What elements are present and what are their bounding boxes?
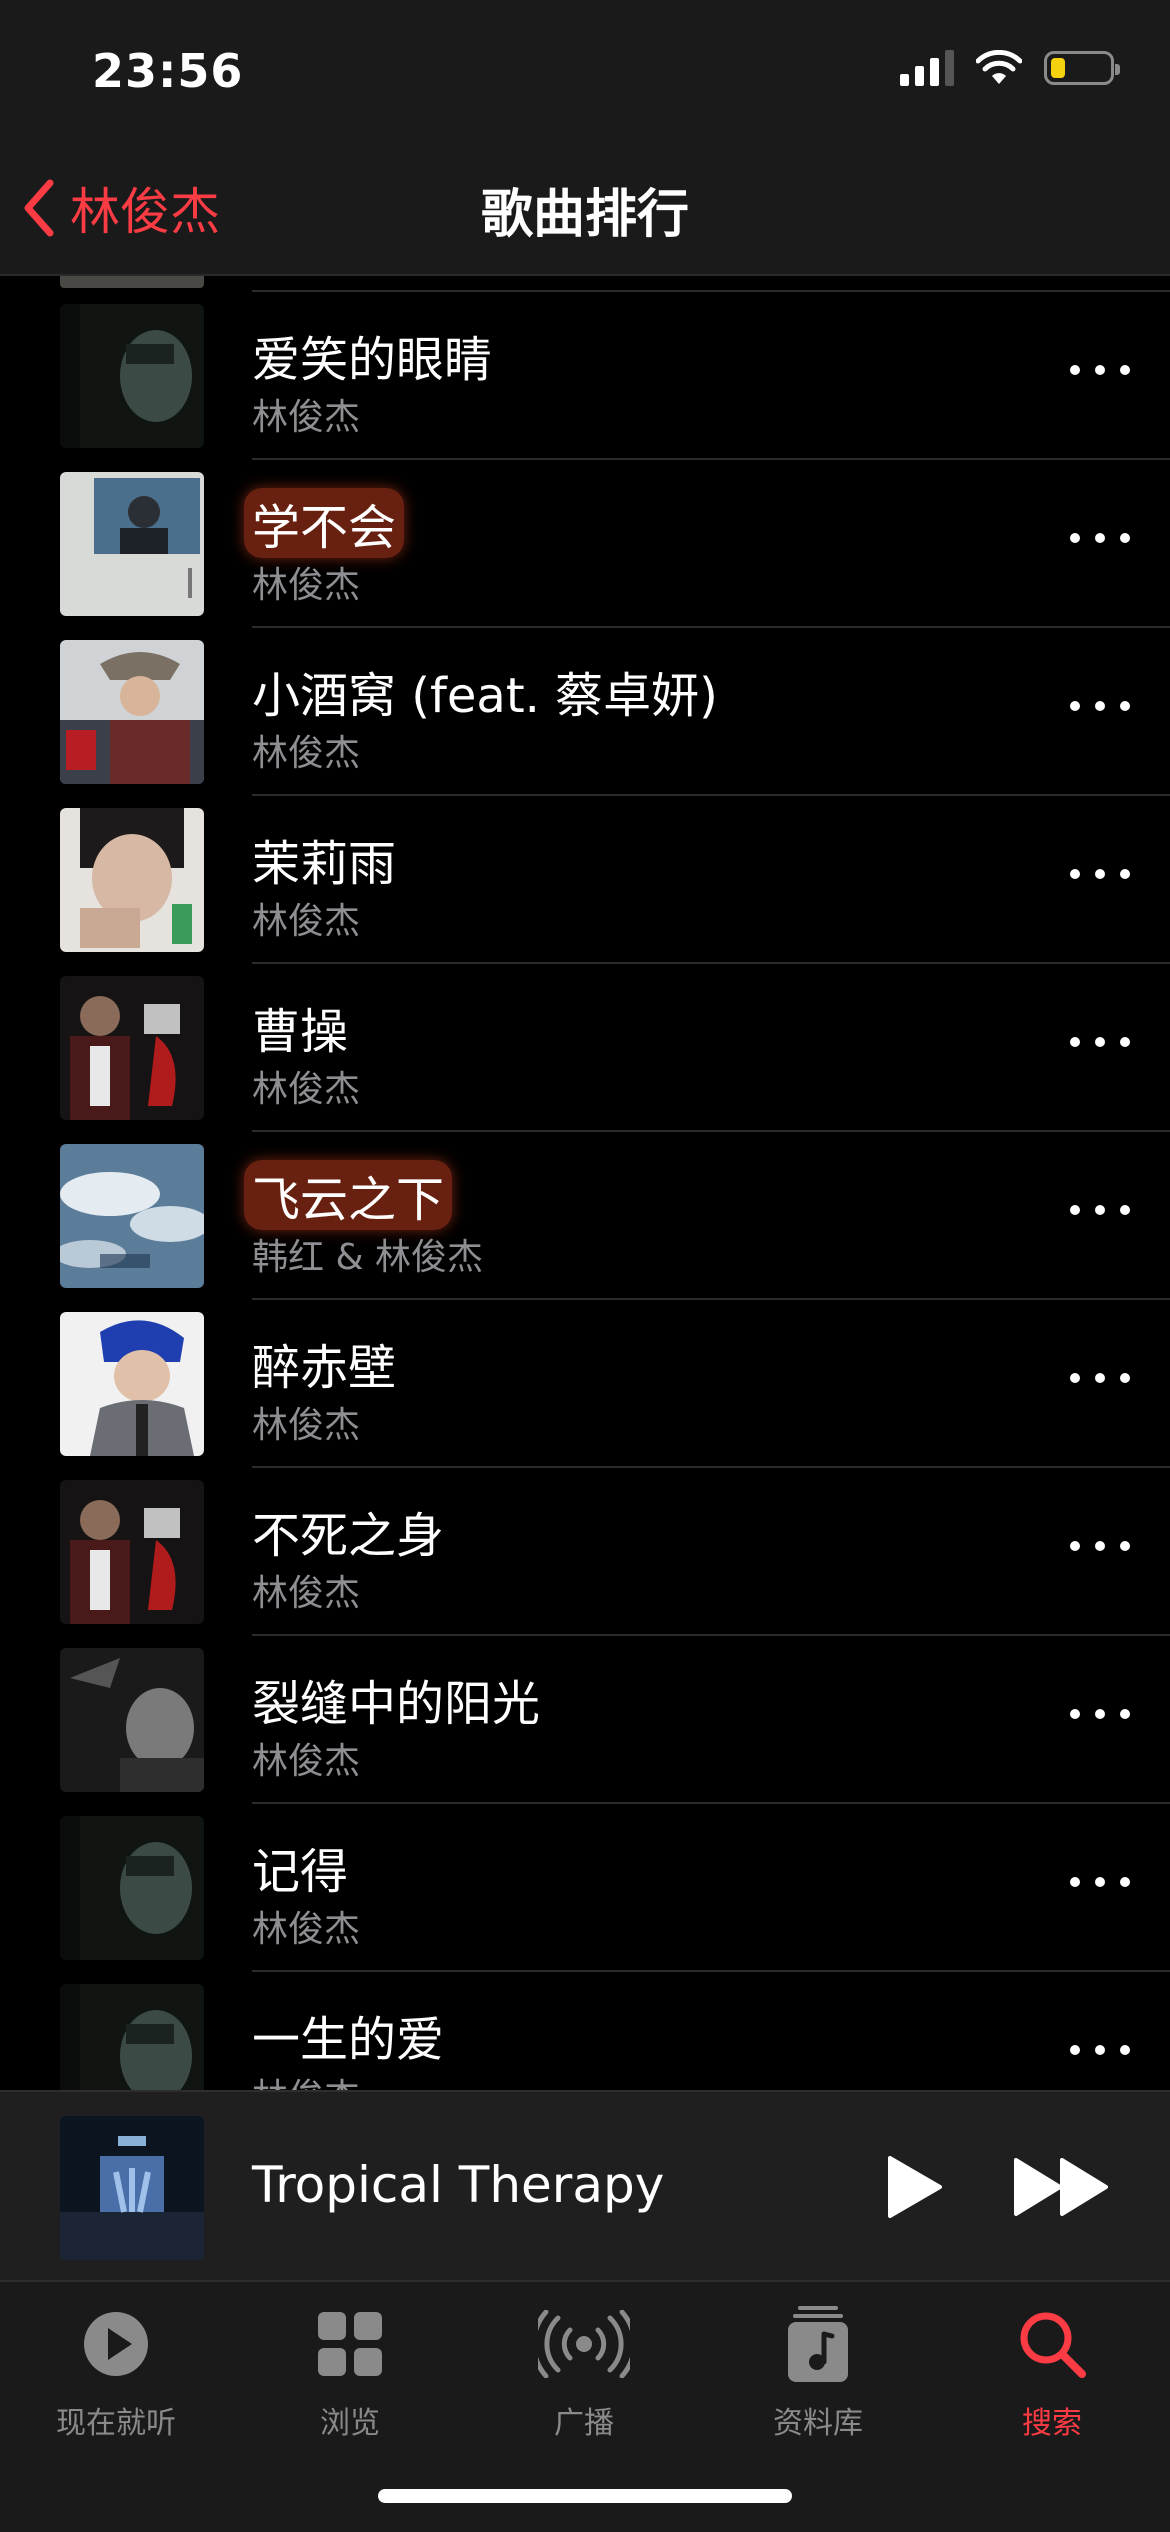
tab-library[interactable]: 资料库 bbox=[718, 2302, 918, 2442]
album-art bbox=[60, 276, 204, 288]
row-divider bbox=[252, 290, 1170, 292]
top-bar: 23:56 林俊杰 歌曲排行 bbox=[0, 0, 1170, 276]
song-row[interactable]: 曹操 林俊杰 bbox=[0, 962, 1170, 1130]
song-artist: 林俊杰 bbox=[252, 901, 361, 942]
wifi-icon bbox=[976, 50, 1022, 84]
album-art bbox=[60, 1816, 204, 1960]
tab-label: 广播 bbox=[554, 2406, 614, 2441]
song-artist: 林俊杰 bbox=[252, 1573, 361, 1614]
row-divider bbox=[252, 1970, 1170, 1972]
more-options-button[interactable] bbox=[1070, 1190, 1130, 1230]
song-title: 裂缝中的阳光 bbox=[252, 1676, 541, 1732]
row-divider bbox=[252, 794, 1170, 796]
song-row[interactable]: 记得 林俊杰 bbox=[0, 1802, 1170, 1970]
more-options-button[interactable] bbox=[1070, 686, 1130, 726]
tab-label: 浏览 bbox=[320, 2406, 380, 2441]
song-title: 爱笑的眼睛 bbox=[252, 332, 493, 388]
song-artist: 林俊杰 bbox=[252, 2068, 360, 2090]
song-row[interactable]: 裂缝中的阳光 林俊杰 bbox=[0, 1634, 1170, 1802]
album-art bbox=[60, 640, 204, 784]
album-art bbox=[60, 472, 204, 616]
song-artist: 林俊杰 bbox=[252, 397, 361, 438]
song-row[interactable]: 爱笑的眼睛 林俊杰 bbox=[0, 290, 1170, 458]
row-divider bbox=[252, 626, 1170, 628]
status-time: 23:56 bbox=[92, 44, 244, 98]
row-divider bbox=[252, 458, 1170, 460]
status-icons bbox=[900, 50, 1120, 86]
play-button[interactable] bbox=[884, 2154, 944, 2220]
album-art bbox=[60, 1312, 204, 1456]
more-options-button[interactable] bbox=[1070, 2030, 1130, 2070]
play-icon bbox=[888, 2156, 942, 2218]
tab-search[interactable]: 搜索 bbox=[952, 2302, 1152, 2442]
song-row[interactable]: 茉莉雨 林俊杰 bbox=[0, 794, 1170, 962]
more-options-button[interactable] bbox=[1070, 350, 1130, 390]
row-divider bbox=[252, 1466, 1170, 1468]
more-options-button[interactable] bbox=[1070, 518, 1130, 558]
mini-player[interactable]: Tropical Therapy bbox=[0, 2090, 1170, 2282]
tab-browse[interactable]: 浏览 bbox=[250, 2302, 450, 2442]
song-list: 爱笑的眼睛 林俊杰 学不会 林俊杰 小酒窝 (feat. 蔡卓妍) 林俊杰 茉莉… bbox=[0, 276, 1170, 2090]
song-artist: 韩红 & 林俊杰 bbox=[252, 1237, 483, 1278]
row-divider bbox=[252, 1130, 1170, 1132]
tab-label: 搜索 bbox=[1022, 2406, 1082, 2441]
song-title: 记得 bbox=[252, 1844, 349, 1900]
song-row[interactable]: 学不会 林俊杰 bbox=[0, 458, 1170, 626]
song-title: 醉赤壁 bbox=[252, 1340, 397, 1396]
song-title: 不死之身 bbox=[252, 1508, 445, 1564]
home-indicator[interactable] bbox=[378, 2489, 792, 2503]
search-icon bbox=[1020, 2312, 1086, 2378]
album-art bbox=[60, 1480, 204, 1624]
song-row[interactable]: 醉赤壁 林俊杰 bbox=[0, 1298, 1170, 1466]
fast-forward-icon bbox=[1014, 2158, 1108, 2216]
now-playing-title: Tropical Therapy bbox=[252, 2156, 665, 2214]
tab-label: 现在就听 bbox=[56, 2406, 176, 2441]
more-options-button[interactable] bbox=[1070, 1862, 1130, 1902]
song-title: 一生的爱 bbox=[252, 2012, 445, 2068]
song-title: 小酒窝 (feat. 蔡卓妍) bbox=[252, 668, 718, 724]
more-options-button[interactable] bbox=[1070, 1358, 1130, 1398]
broadcast-icon bbox=[538, 2310, 630, 2378]
tab-radio[interactable]: 广播 bbox=[484, 2302, 684, 2442]
fast-forward-button[interactable] bbox=[1012, 2154, 1112, 2220]
more-options-button[interactable] bbox=[1070, 1022, 1130, 1062]
row-divider bbox=[252, 1802, 1170, 1804]
row-divider bbox=[252, 1298, 1170, 1300]
album-art bbox=[60, 1984, 204, 2090]
album-art bbox=[60, 808, 204, 952]
song-row[interactable]: 一生的爱 林俊杰 bbox=[0, 1970, 1170, 2090]
song-artist: 林俊杰 bbox=[252, 1741, 361, 1782]
song-artist: 林俊杰 bbox=[252, 1909, 361, 1950]
album-art bbox=[60, 976, 204, 1120]
song-title: 曹操 bbox=[252, 1004, 349, 1060]
song-row[interactable]: 小酒窝 (feat. 蔡卓妍) 林俊杰 bbox=[0, 626, 1170, 794]
song-artist: 林俊杰 bbox=[252, 1405, 361, 1446]
page-title: 歌曲排行 bbox=[480, 185, 689, 245]
tab-label: 资料库 bbox=[773, 2406, 863, 2441]
row-divider bbox=[252, 962, 1170, 964]
row-divider bbox=[252, 1634, 1170, 1636]
song-title: 学不会 bbox=[244, 488, 405, 558]
song-title: 茉莉雨 bbox=[252, 836, 397, 892]
more-options-button[interactable] bbox=[1070, 1526, 1130, 1566]
song-artist: 林俊杰 bbox=[252, 733, 361, 774]
battery-icon bbox=[1044, 51, 1120, 85]
tab-listen-now[interactable]: 现在就听 bbox=[16, 2302, 216, 2442]
more-options-button[interactable] bbox=[1070, 854, 1130, 894]
album-art bbox=[60, 304, 204, 448]
app-screen: 23:56 林俊杰 歌曲排行 爱笑的眼睛 林俊杰 学不会 林俊杰 小酒窝 (fe… bbox=[0, 0, 1170, 2532]
now-playing-art bbox=[60, 2116, 204, 2260]
play-circle-icon bbox=[84, 2312, 148, 2376]
more-options-button[interactable] bbox=[1070, 1694, 1130, 1734]
cellular-signal-icon bbox=[900, 50, 954, 86]
song-title: 飞云之下 bbox=[244, 1160, 453, 1230]
song-artist: 林俊杰 bbox=[252, 1069, 361, 1110]
song-row[interactable]: 飞云之下 韩红 & 林俊杰 bbox=[0, 1130, 1170, 1298]
song-row[interactable]: 不死之身 林俊杰 bbox=[0, 1466, 1170, 1634]
grid-icon bbox=[318, 2312, 382, 2376]
album-art bbox=[60, 1144, 204, 1288]
song-artist: 林俊杰 bbox=[252, 565, 361, 606]
music-library-icon bbox=[788, 2306, 848, 2382]
album-art bbox=[60, 1648, 204, 1792]
